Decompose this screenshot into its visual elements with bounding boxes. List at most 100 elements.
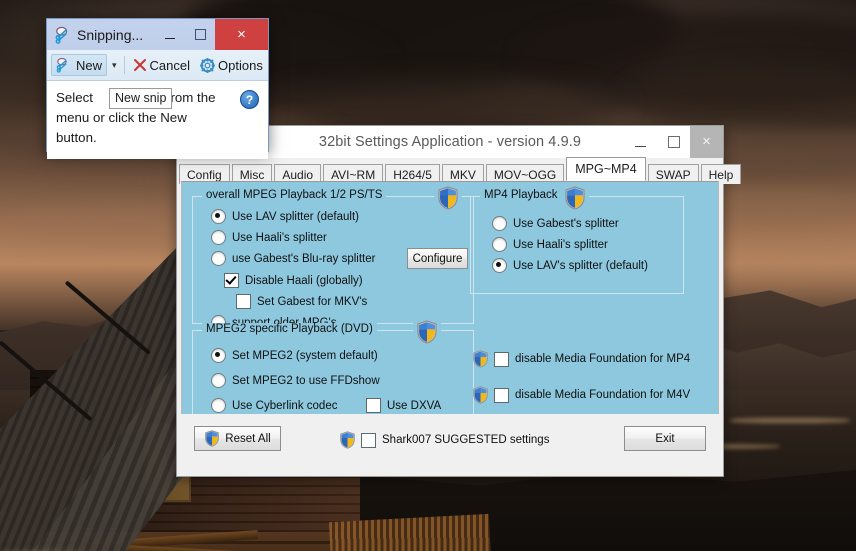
option-label: Use Haali's splitter — [232, 231, 327, 244]
checkbox-disable-haali-globally[interactable] — [224, 273, 239, 288]
new-snip-tooltip: New snip — [109, 88, 173, 109]
exit-button[interactable]: Exit — [624, 426, 706, 451]
radio-set-mpeg2-ffdshow[interactable] — [211, 373, 226, 388]
radio-mp4-use-gabest-splitter[interactable] — [492, 216, 507, 231]
option-use-lav-splitter[interactable]: Use LAV splitter (default) — [211, 209, 359, 224]
close-button[interactable]: × — [215, 19, 268, 50]
option-label: Disable Haali (globally) — [245, 274, 363, 287]
group-mp4-playback-title: MP4 Playback — [480, 189, 562, 201]
options-label: Options — [218, 57, 263, 73]
group-overall-mpeg-playback: overall MPEG Playback 1/2 PS/TS Use LAV … — [192, 186, 474, 330]
options-button[interactable]: Options — [196, 56, 267, 75]
group-mpeg2-playback-title: MPEG2 specific Playback (DVD) — [202, 323, 377, 335]
checkbox-set-gabest-for-mkv[interactable] — [236, 294, 251, 309]
mpg-mp4-tab-panel: overall MPEG Playback 1/2 PS/TS Use LAV … — [181, 181, 719, 437]
new-snip-button[interactable]: New — [51, 54, 108, 76]
configure-button[interactable]: Configure — [407, 248, 468, 269]
option-label: Set MPEG2 to use FFDshow — [232, 374, 380, 387]
gear-icon — [200, 57, 216, 73]
reset-all-label: Reset All — [225, 432, 271, 445]
option-use-cyberlink-codec[interactable]: Use Cyberlink codec — [211, 398, 337, 413]
option-disable-mf-m4v[interactable]: disable Media Foundation for M4V — [472, 386, 690, 404]
minimize-button[interactable] — [624, 126, 657, 158]
snipping-tool-titlebar[interactable]: Snipping... × — [47, 19, 268, 50]
minimize-button[interactable] — [155, 19, 185, 50]
uac-shield-icon — [473, 386, 488, 404]
option-label: Use LAV's splitter (default) — [513, 259, 648, 272]
option-mp4-use-gabest-splitter[interactable]: Use Gabest's splitter — [492, 216, 619, 231]
radio-use-lav-splitter[interactable] — [211, 209, 226, 224]
uac-shield-icon — [565, 186, 585, 210]
settings-application-window[interactable]: 32bit Settings Application - version 4.9… — [176, 125, 742, 477]
snipping-tool-window-controls: × — [155, 19, 268, 50]
shark007-label: Shark007 SUGGESTED settings — [382, 434, 550, 446]
cancel-label: Cancel — [149, 57, 191, 73]
option-label: Use LAV splitter (default) — [232, 210, 359, 223]
radio-use-gabest-bluray-splitter[interactable] — [211, 251, 226, 266]
uac-shield-icon — [340, 431, 355, 449]
snipping-tool-window[interactable]: Snipping... × New ▾ Cancel Options Selec… — [46, 18, 269, 159]
checkbox-disable-mf-mp4[interactable] — [494, 351, 509, 367]
option-label: disable Media Foundation for M4V — [515, 389, 691, 401]
group-overall-mpeg-title: overall MPEG Playback 1/2 PS/TS — [202, 189, 387, 201]
shield-icon — [434, 186, 462, 210]
scissors-icon — [55, 26, 74, 49]
help-icon[interactable]: ? — [240, 90, 259, 109]
toolbar-separator — [123, 56, 125, 74]
shield-icon — [339, 431, 356, 449]
snipping-tool-body: Select e from the menu or click the New … — [47, 81, 268, 159]
option-use-gabest-bluray-splitter[interactable]: use Gabest's Blu-ray splitter — [211, 251, 375, 266]
maximize-button[interactable] — [657, 126, 690, 158]
snipping-tool-title: Snipping... — [77, 26, 144, 43]
option-set-gabest-for-mkv[interactable]: Set Gabest for MKV's — [236, 294, 367, 309]
radio-use-haali-splitter[interactable] — [211, 230, 226, 245]
option-set-mpeg2-ffdshow[interactable]: Set MPEG2 to use FFDshow — [211, 373, 380, 388]
maximize-button[interactable] — [185, 19, 215, 50]
option-label: Set Gabest for MKV's — [257, 295, 368, 308]
option-use-haali-splitter[interactable]: Use Haali's splitter — [211, 230, 327, 245]
group-mpeg2-playback: MPEG2 specific Playback (DVD) Set MPEG2 … — [192, 320, 474, 427]
close-button[interactable]: × — [690, 126, 723, 158]
checkbox-use-dxva[interactable] — [366, 398, 381, 413]
group-mp4-playback: MP4 Playback Use Gabest's splitter Use H… — [470, 186, 684, 294]
scissors-icon — [56, 57, 67, 73]
option-label: use Gabest's Blu-ray splitter — [232, 252, 376, 265]
option-shark007-suggested[interactable]: Shark007 SUGGESTED settings — [339, 431, 549, 449]
tab-mpg-mp4[interactable]: MPG~MP4 — [566, 157, 646, 181]
radio-set-mpeg2-system-default[interactable] — [211, 348, 226, 363]
close-icon: × — [702, 132, 711, 150]
snipping-tool-toolbar[interactable]: New ▾ Cancel Options — [47, 50, 268, 81]
shield-icon — [413, 320, 441, 344]
cancel-button[interactable]: Cancel — [129, 56, 194, 75]
radio-mp4-use-haali-splitter[interactable] — [492, 237, 507, 252]
reset-all-button[interactable]: Reset All — [194, 426, 281, 451]
instruction-line3: button. — [56, 130, 97, 145]
option-use-dxva[interactable]: Use DXVA — [366, 398, 441, 413]
option-disable-haali-globally[interactable]: Disable Haali (globally) — [224, 273, 363, 288]
checkbox-disable-mf-m4v[interactable] — [494, 387, 509, 403]
option-mp4-use-lav-splitter[interactable]: Use LAV's splitter (default) — [492, 258, 648, 273]
radio-use-cyberlink-codec[interactable] — [211, 398, 226, 413]
shield-icon — [472, 386, 489, 404]
uac-shield-icon — [417, 320, 437, 344]
chevron-down-icon: ▾ — [112, 59, 117, 70]
option-disable-mf-mp4[interactable]: disable Media Foundation for MP4 — [472, 350, 690, 368]
option-label: Use Haali's splitter — [513, 238, 608, 251]
uac-shield-icon — [438, 186, 458, 210]
settings-window-controls: × — [624, 126, 723, 158]
option-set-mpeg2-system-default[interactable]: Set MPEG2 (system default) — [211, 348, 378, 363]
settings-tabstrip[interactable]: Config Misc Audio AVI~RM H264/5 MKV MOV~… — [179, 157, 742, 184]
option-label: Use DXVA — [387, 399, 442, 412]
new-snip-dropdown-button[interactable]: ▾ — [109, 58, 120, 73]
valley-lights — [730, 418, 850, 423]
settings-footer: Reset All Shark007 SUGGESTED settings Ex… — [177, 414, 723, 476]
shield-icon — [561, 186, 589, 210]
checkbox-shark007-suggested[interactable] — [361, 432, 376, 448]
option-mp4-use-haali-splitter[interactable]: Use Haali's splitter — [492, 237, 608, 252]
uac-shield-icon — [205, 430, 220, 447]
cancel-x-icon — [133, 59, 146, 71]
option-label: Use Cyberlink codec — [232, 399, 338, 412]
option-label: disable Media Foundation for MP4 — [515, 353, 691, 365]
radio-mp4-use-lav-splitter[interactable] — [492, 258, 507, 273]
instruction-line2: menu or click the New — [56, 110, 187, 125]
